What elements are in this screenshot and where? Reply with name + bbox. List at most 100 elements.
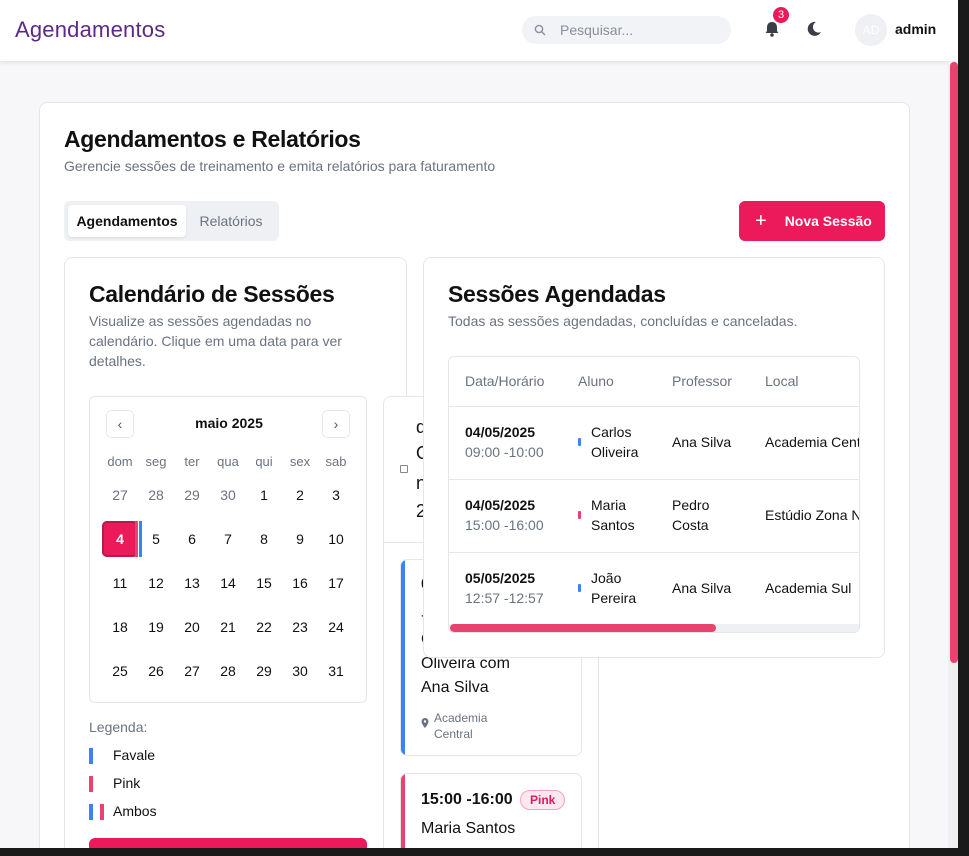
status-dot: [578, 511, 581, 519]
calendar-day[interactable]: 15: [246, 565, 282, 601]
map-pin-icon: [421, 718, 429, 728]
session-location: Estúdio Zona N: [765, 507, 860, 523]
pink-legend-swatch: [100, 804, 104, 820]
event-color-edge: [401, 560, 405, 755]
calendar-day[interactable]: 24: [318, 609, 354, 645]
blue-legend-swatch: [89, 748, 93, 764]
calendar-day-selected[interactable]: 4: [102, 521, 138, 557]
calendar-day[interactable]: 30: [282, 653, 318, 689]
search-input[interactable]: [560, 22, 720, 38]
calendar-day[interactable]: 10: [318, 521, 354, 557]
event-location: Academia Central: [434, 711, 488, 741]
weekday-label: sab: [325, 454, 347, 469]
event-text: Maria Santos: [421, 820, 516, 837]
calendar-day[interactable]: 17: [318, 565, 354, 601]
calendar-day[interactable]: 26: [138, 653, 174, 689]
event-text: Ana Silva: [421, 679, 489, 696]
calendar-day[interactable]: 25: [102, 653, 138, 689]
sessions-title: Sessões Agendadas: [448, 281, 666, 307]
blue-legend-swatch: [89, 804, 93, 820]
session-date: 04/05/2025: [465, 424, 536, 440]
calendar-day[interactable]: 20: [174, 609, 210, 645]
calendar-day[interactable]: 9: [282, 521, 318, 557]
calendar-day[interactable]: 29: [174, 477, 210, 513]
tab-agendamentos[interactable]: Agendamentos: [68, 205, 186, 237]
session-time: 09:00 -10:00: [465, 444, 544, 460]
search-box[interactable]: [522, 16, 731, 44]
calendar-day[interactable]: 31: [318, 653, 354, 689]
page-title: Agendamentos e Relatórios: [64, 126, 361, 152]
pink-legend-swatch: [89, 776, 93, 792]
legend-label: Favale: [113, 747, 156, 763]
legend-label: Ambos: [113, 803, 157, 819]
calendar-day[interactable]: 19: [138, 609, 174, 645]
calendar-day[interactable]: 28: [210, 653, 246, 689]
calendar-day[interactable]: 27: [102, 477, 138, 513]
calendar-day[interactable]: 16: [282, 565, 318, 601]
tab-relatorios[interactable]: Relatórios: [190, 205, 272, 237]
teacher-name: Costa: [672, 517, 709, 533]
plus-icon: +: [755, 210, 767, 232]
legend-title: Legenda:: [89, 719, 148, 735]
teacher-name: Ana Silva: [672, 434, 732, 450]
calendar-day[interactable]: 12: [138, 565, 174, 601]
calendar-icon: [400, 465, 408, 473]
calendar-day[interactable]: 30: [210, 477, 246, 513]
session-date: 04/05/2025: [465, 497, 536, 513]
calendar-day[interactable]: 2: [282, 477, 318, 513]
sessions-subtitle: Todas as sessões agendadas, concluídas e…: [448, 313, 798, 329]
column-header[interactable]: Professor: [672, 373, 732, 389]
column-header[interactable]: Data/Horário: [465, 373, 544, 389]
divider: [449, 406, 859, 407]
calendar-day[interactable]: 13: [174, 565, 210, 601]
calendar-day[interactable]: 5: [138, 521, 174, 557]
calendar-day[interactable]: 11: [102, 565, 138, 601]
brand-title[interactable]: Agendamentos: [15, 17, 165, 43]
calendar-day[interactable]: 22: [246, 609, 282, 645]
sessions-table: Data/Horário Aluno Professor Local 04/05…: [448, 356, 860, 633]
calendar-day[interactable]: 21: [210, 609, 246, 645]
weekday-label: dom: [107, 454, 133, 469]
calendar-day[interactable]: 29: [246, 653, 282, 689]
avatar[interactable]: AD: [855, 14, 887, 46]
session-time: 15:00 -16:00: [465, 517, 544, 533]
calendar-title: Calendário de Sessões: [89, 281, 335, 307]
new-session-button[interactable]: + Nova Sessão: [739, 201, 885, 241]
calendar-day[interactable]: 27: [174, 653, 210, 689]
top-bar: Agendamentos 3 AD admin: [0, 0, 958, 61]
session-event-card[interactable]: 15:00 -16:00 Pink Maria Santos: [400, 773, 582, 848]
weekday-label: sex: [289, 454, 311, 469]
calendar-description: Visualize as sessões agendadas no calend…: [89, 313, 342, 369]
divider: [449, 479, 859, 480]
calendar-day[interactable]: 8: [246, 521, 282, 557]
calendar-day[interactable]: 14: [210, 565, 246, 601]
weekday-label: ter: [184, 454, 200, 469]
session-location: Academia Cent: [765, 434, 860, 450]
tab-list: Agendamentos Relatórios: [64, 201, 279, 241]
calendar-day[interactable]: 6: [174, 521, 210, 557]
event-color-edge: [401, 774, 405, 848]
session-date: 05/05/2025: [465, 570, 536, 586]
calendar-day[interactable]: 7: [210, 521, 246, 557]
username[interactable]: admin: [895, 21, 936, 37]
student-name: João: [591, 570, 622, 586]
horizontal-scrollbar-thumb[interactable]: [450, 624, 716, 632]
search-icon: [534, 24, 546, 36]
page-subtitle: Gerencie sessões de treinamento e emita …: [64, 158, 496, 174]
calendar-day[interactable]: 18: [102, 609, 138, 645]
column-header[interactable]: Aluno: [578, 373, 614, 389]
chevron-right-icon: ›: [333, 416, 339, 432]
vertical-scrollbar-thumb[interactable]: [950, 62, 958, 663]
calendar-day[interactable]: 3: [318, 477, 354, 513]
calendar-day[interactable]: 1: [246, 477, 282, 513]
weekday-label: qua: [217, 454, 239, 469]
column-header[interactable]: Local: [765, 373, 798, 389]
calendar-day[interactable]: 23: [282, 609, 318, 645]
calendar-action-button[interactable]: [89, 838, 367, 848]
app-viewport: Agendamentos 3 AD admin Agendamentos e R…: [0, 0, 958, 848]
next-month-button[interactable]: ›: [322, 410, 350, 438]
pink-badge: Pink: [520, 790, 566, 810]
student-name: Carlos: [591, 424, 632, 440]
calendar-day[interactable]: 28: [138, 477, 174, 513]
moon-icon[interactable]: [805, 20, 823, 38]
